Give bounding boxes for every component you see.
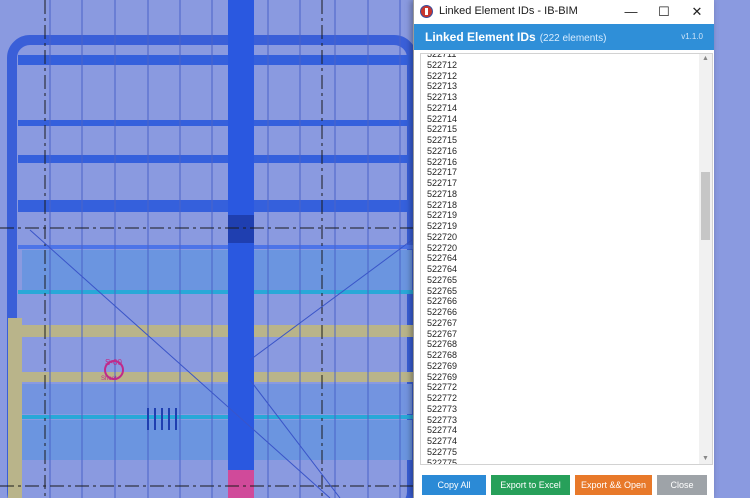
- element-id-item[interactable]: 522765: [427, 286, 457, 297]
- element-id-item[interactable]: 522712: [427, 60, 457, 71]
- linked-element-ids-dialog: Linked Element IDs - IB-BIM — ☐ ✕ Linked…: [413, 0, 714, 498]
- vertical-scrollbar[interactable]: ▲ ▼: [699, 54, 712, 464]
- element-id-item[interactable]: 522714: [427, 114, 457, 125]
- element-id-list-items: 522711 522712 522712 522713 522713 522714 5227…: [427, 54, 457, 465]
- scroll-down-arrow-icon[interactable]: ▼: [699, 454, 712, 464]
- element-id-item[interactable]: 522764: [427, 253, 457, 264]
- element-id-item[interactable]: 522716: [427, 157, 457, 168]
- close-button[interactable]: Close: [657, 475, 707, 495]
- copy-all-button[interactable]: Copy All: [422, 475, 486, 495]
- element-id-list[interactable]: 522711 522712 522712 522713 522713 522714 5227…: [420, 53, 713, 465]
- close-window-button[interactable]: ✕: [680, 0, 714, 24]
- app-logo-icon: [420, 5, 433, 18]
- version-label: v1.1.0: [681, 32, 703, 41]
- element-id-item[interactable]: 522712: [427, 71, 457, 82]
- element-id-item[interactable]: 522711: [427, 54, 457, 60]
- element-id-item[interactable]: 522719: [427, 210, 457, 221]
- header-title-text: Linked Element IDs: [425, 30, 536, 44]
- element-id-item[interactable]: 522773: [427, 404, 457, 415]
- element-id-item[interactable]: 522766: [427, 296, 457, 307]
- element-id-item[interactable]: 522719: [427, 221, 457, 232]
- header-title: Linked Element IDs (222 elements): [425, 30, 606, 44]
- element-id-item[interactable]: 522772: [427, 393, 457, 404]
- export-to-excel-button[interactable]: Export to Excel: [491, 475, 570, 495]
- cad-tag-text: S-00: [105, 358, 122, 367]
- element-id-item[interactable]: 522764: [427, 264, 457, 275]
- element-id-item[interactable]: 522713: [427, 92, 457, 103]
- element-id-item[interactable]: 522768: [427, 339, 457, 350]
- minimize-button[interactable]: —: [614, 0, 648, 24]
- cad-tag-subtext: Sheet: [101, 376, 117, 382]
- element-id-item[interactable]: 522717: [427, 167, 457, 178]
- element-count: (222 elements): [539, 33, 607, 44]
- element-id-item[interactable]: 522718: [427, 189, 457, 200]
- element-id-item[interactable]: 522717: [427, 178, 457, 189]
- element-id-item[interactable]: 522714: [427, 103, 457, 114]
- element-id-item[interactable]: 522767: [427, 318, 457, 329]
- button-bar: Copy All Export to Excel Export && Open …: [414, 470, 714, 498]
- element-id-item[interactable]: 522772: [427, 382, 457, 393]
- element-id-item[interactable]: 522718: [427, 200, 457, 211]
- scroll-up-arrow-icon[interactable]: ▲: [699, 54, 712, 64]
- element-id-item[interactable]: 522720: [427, 232, 457, 243]
- element-id-item[interactable]: 522716: [427, 146, 457, 157]
- element-id-item[interactable]: 522715: [427, 135, 457, 146]
- maximize-button[interactable]: ☐: [647, 0, 681, 24]
- element-id-item[interactable]: 522774: [427, 436, 457, 447]
- element-id-item[interactable]: 522769: [427, 372, 457, 383]
- element-id-item[interactable]: 522769: [427, 361, 457, 372]
- element-id-item[interactable]: 522767: [427, 329, 457, 340]
- scrollbar-thumb[interactable]: [701, 172, 710, 240]
- element-id-item[interactable]: 522766: [427, 307, 457, 318]
- element-id-item[interactable]: 522715: [427, 124, 457, 135]
- window-title: Linked Element IDs - IB-BIM: [439, 5, 578, 17]
- title-bar[interactable]: Linked Element IDs - IB-BIM — ☐ ✕: [414, 0, 714, 24]
- element-id-item[interactable]: 522713: [427, 81, 457, 92]
- element-id-item[interactable]: 522774: [427, 425, 457, 436]
- dialog-header: Linked Element IDs (222 elements) v1.1.0: [414, 24, 714, 50]
- element-id-item[interactable]: 522765: [427, 275, 457, 286]
- element-id-item[interactable]: 522720: [427, 243, 457, 254]
- element-id-item[interactable]: 522768: [427, 350, 457, 361]
- export-and-open-button[interactable]: Export && Open: [575, 475, 652, 495]
- element-id-item[interactable]: 522773: [427, 415, 457, 426]
- element-id-item[interactable]: 522775: [427, 458, 457, 465]
- element-id-item[interactable]: 522775: [427, 447, 457, 458]
